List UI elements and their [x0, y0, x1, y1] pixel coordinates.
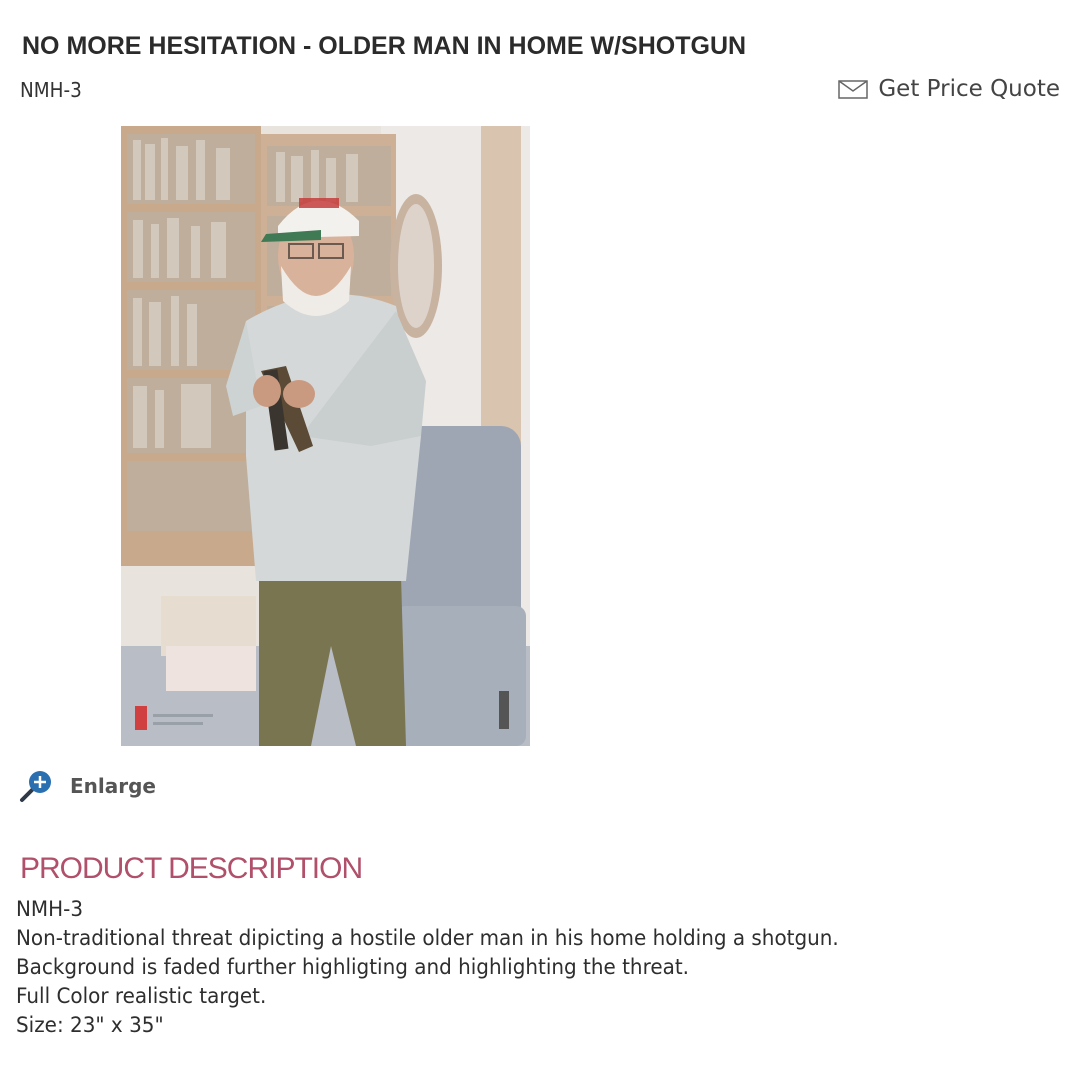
description-line: Size: 23" x 35" [16, 1013, 164, 1037]
get-price-quote-link[interactable]: Get Price Quote [838, 76, 1060, 102]
product-image[interactable] [121, 126, 530, 746]
enlarge-link[interactable]: Enlarge [18, 768, 156, 804]
get-price-quote-label: Get Price Quote [878, 76, 1060, 102]
description-line: Non-traditional threat dipicting a hosti… [16, 926, 839, 950]
envelope-icon [838, 78, 869, 100]
product-description-heading: PRODUCT DESCRIPTION [20, 852, 363, 885]
description-line: Background is faded further highligting … [16, 955, 690, 979]
enlarge-label: Enlarge [70, 774, 156, 798]
product-description-text: NMH-3 Non-traditional threat dipicting a… [16, 895, 882, 1040]
product-sku: NMH-3 [20, 78, 82, 102]
description-line: NMH-3 [16, 897, 84, 921]
description-line: Full Color realistic target. [16, 984, 267, 1008]
magnifier-plus-icon [18, 768, 56, 804]
product-title: NO MORE HESITATION - OLDER MAN IN HOME W… [22, 32, 747, 60]
